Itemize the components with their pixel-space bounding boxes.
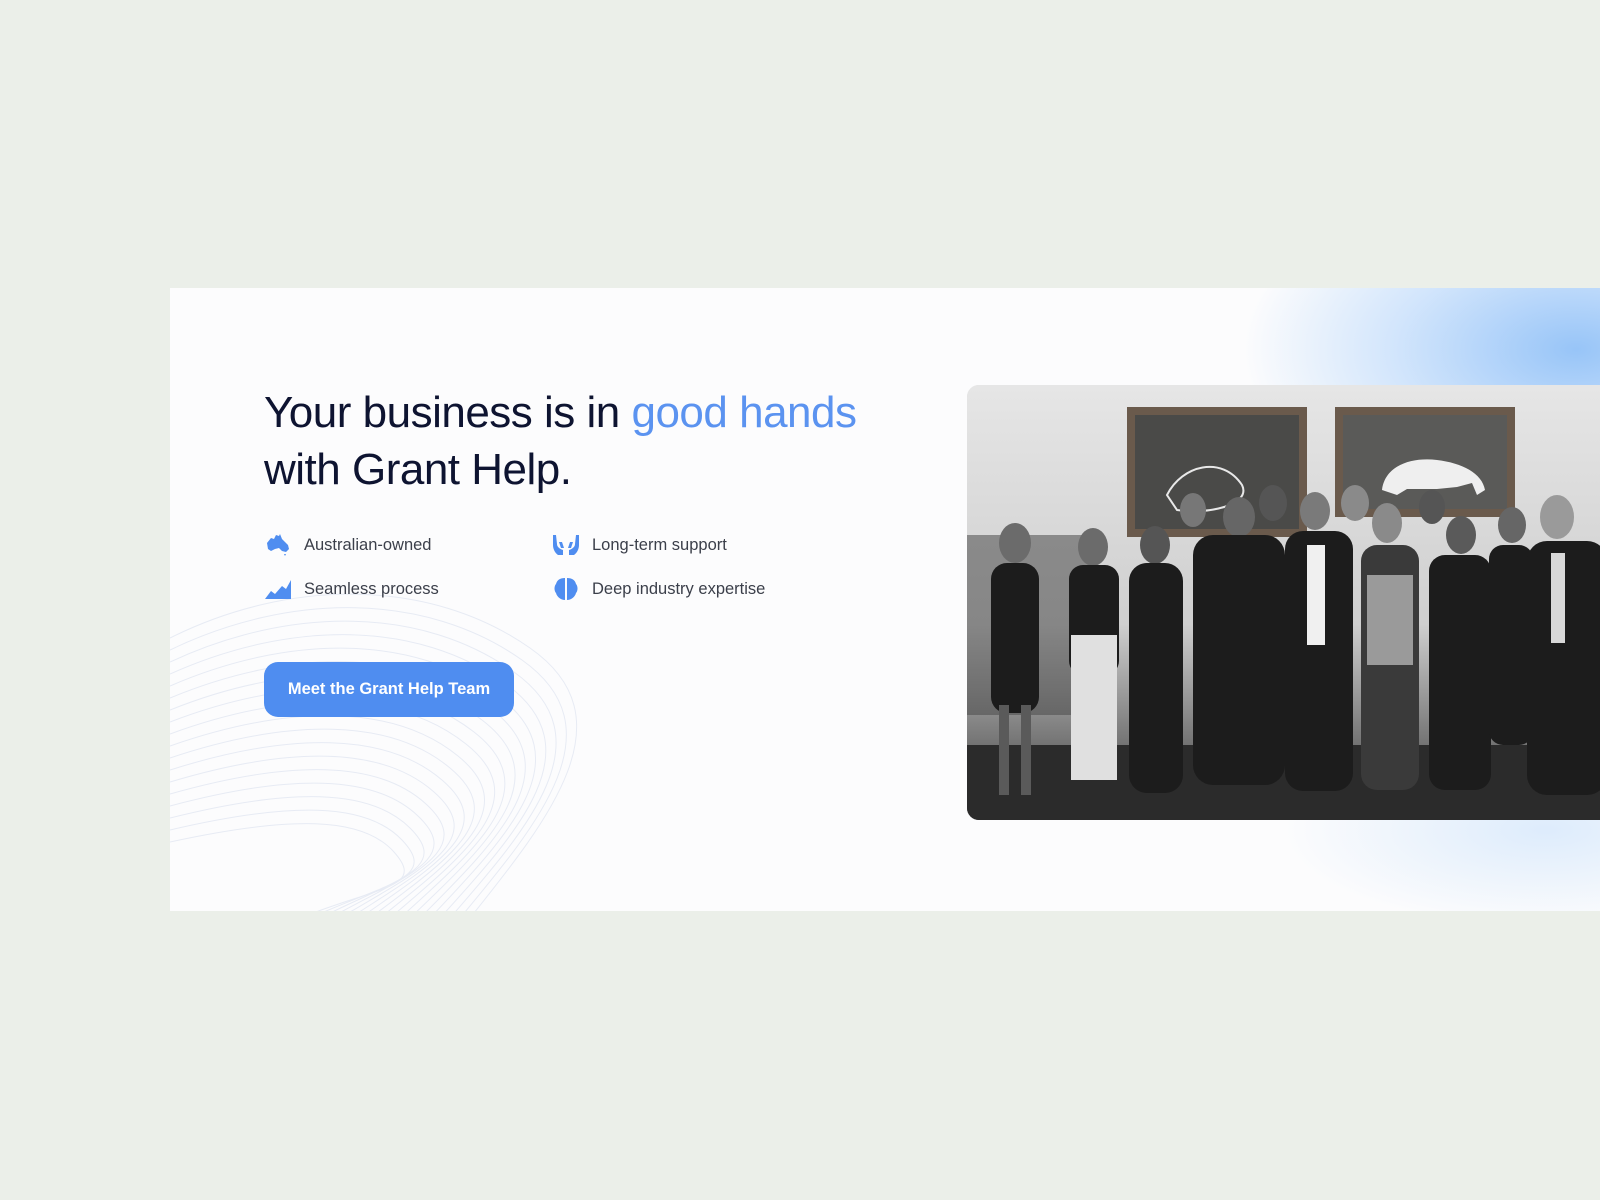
feature-label: Australian-owned: [304, 535, 432, 554]
feature-seamless-process: Seamless process: [264, 574, 439, 604]
feature-label: Deep industry expertise: [592, 579, 766, 598]
feature-label: Long-term support: [592, 535, 727, 554]
meet-team-button[interactable]: Meet the Grant Help Team: [264, 662, 514, 717]
brain-icon: [552, 575, 580, 603]
feature-label: Seamless process: [304, 579, 439, 598]
feature-deep-industry-expertise: Deep industry expertise: [552, 574, 765, 604]
team-section: Your business is in good hands with Grant…: [170, 288, 1600, 911]
headline-highlight: good hands: [631, 388, 857, 437]
section-headline: Your business is in good hands with Grant…: [264, 384, 964, 498]
feature-australian-owned: Australian-owned: [264, 530, 432, 560]
growth-chart-icon: [264, 575, 292, 603]
team-photo: [967, 385, 1600, 820]
headline-prefix: Your business is in: [264, 388, 632, 437]
wave-lines-decoration: [170, 593, 578, 911]
feature-long-term-support: Long-term support: [552, 530, 727, 560]
hands-icon: [552, 531, 580, 559]
australia-map-icon: [264, 531, 292, 559]
headline-line-2: with Grant Help.: [264, 445, 572, 494]
